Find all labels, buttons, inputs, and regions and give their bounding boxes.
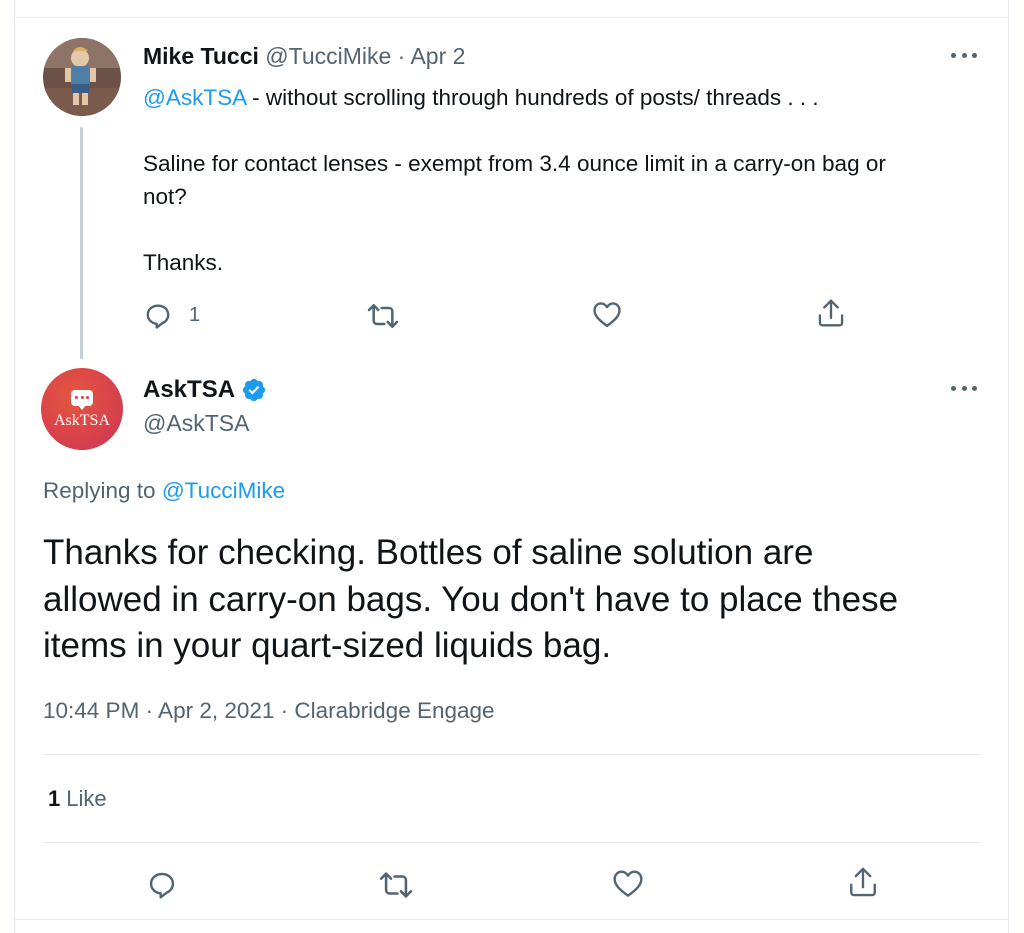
- reply-author-name-row: AskTSA: [143, 375, 267, 405]
- parent-line-1-text: - without scrolling through hundreds of …: [245, 85, 819, 110]
- reply-count: 1: [189, 303, 201, 326]
- frame-top-border: [14, 17, 1009, 18]
- reply-line-2: allowed in carry-on bags. You don't have…: [43, 579, 899, 619]
- speech-bubble-tail: [77, 404, 87, 410]
- reply-author-name[interactable]: AskTSA: [143, 375, 235, 405]
- reply-line-3: items in your quart-sized liquids bag.: [43, 626, 612, 665]
- parent-author-name[interactable]: Mike Tucci: [143, 43, 259, 69]
- replying-mention-link[interactable]: @TucciMike: [162, 478, 285, 503]
- reply-author-handle[interactable]: @AskTSA: [143, 408, 249, 438]
- reply-icon: [146, 304, 170, 329]
- share-icon: [850, 867, 876, 897]
- parent-tweet-text: @AskTSA - without scrolling through hund…: [143, 81, 993, 279]
- retweet-icon: [367, 304, 399, 328]
- retweet-button[interactable]: [367, 302, 399, 330]
- parent-line-2: Saline for contact lenses - exempt from …: [143, 151, 886, 176]
- retweet-button-main[interactable]: [379, 870, 413, 900]
- frame-right-border: [1008, 0, 1009, 933]
- avatar-mike-tucci[interactable]: [43, 38, 121, 116]
- more-icon[interactable]: [951, 378, 977, 398]
- parent-line-3: not?: [143, 184, 187, 209]
- frame-bottom-border: [14, 919, 1009, 920]
- divider: [43, 842, 981, 843]
- divider: [43, 754, 981, 755]
- reply-button[interactable]: 1: [143, 300, 200, 330]
- frame-left-border: [14, 0, 15, 933]
- heart-icon: [613, 870, 643, 897]
- avatar-label: AskTSA: [53, 412, 110, 429]
- parent-tweet-date[interactable]: Apr 2: [410, 43, 465, 69]
- replying-prefix: Replying to: [43, 478, 162, 503]
- parent-header-separator: ·: [391, 43, 411, 69]
- share-icon: [818, 299, 844, 327]
- more-icon[interactable]: [951, 45, 977, 65]
- reply-line-1: Thanks for checking. Bottles of saline s…: [43, 533, 814, 572]
- parent-author-handle[interactable]: @TucciMike: [265, 43, 391, 69]
- retweet-icon: [379, 872, 413, 898]
- parent-line-4: Thanks.: [143, 250, 224, 275]
- tweet-timestamp[interactable]: 10:44 PM · Apr 2, 2021 · Clarabridge Eng…: [43, 698, 495, 724]
- replying-to: Replying to @TucciMike: [43, 478, 285, 504]
- mention-link[interactable]: @AskTSA: [143, 85, 246, 110]
- like-count: 1: [48, 786, 61, 811]
- parent-blank-line: [143, 114, 993, 147]
- likes-count-link[interactable]: 1 Like: [48, 786, 107, 812]
- thread-connector-line: [80, 127, 83, 359]
- reply-button-main[interactable]: [146, 868, 178, 900]
- share-button[interactable]: [816, 297, 846, 329]
- reply-tweet-text: Thanks for checking. Bottles of saline s…: [43, 530, 1003, 670]
- share-button-main[interactable]: [847, 865, 879, 899]
- like-label: Like: [66, 786, 107, 811]
- reply-icon: [149, 872, 175, 899]
- parent-tweet-header: Mike Tucci @TucciMike · Apr 2: [143, 42, 465, 70]
- parent-blank-line-2: [143, 213, 993, 246]
- parent-line-1: @AskTSA - without scrolling through hund…: [143, 81, 993, 114]
- heart-icon: [593, 302, 621, 328]
- like-button[interactable]: [592, 300, 622, 328]
- like-button-main[interactable]: [612, 868, 644, 898]
- verified-badge-icon: [242, 378, 266, 402]
- avatar-asktsa[interactable]: AskTSA: [41, 368, 123, 450]
